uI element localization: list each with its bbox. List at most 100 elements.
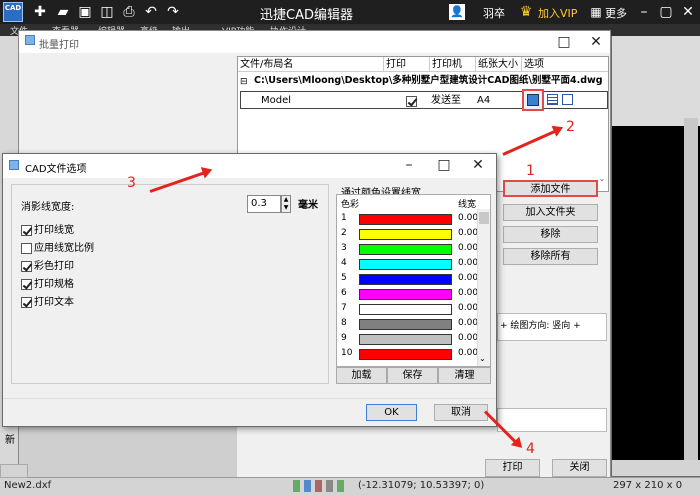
print-text-checkbox[interactable]: 打印文本: [21, 296, 74, 310]
checkbox-label: 应用线宽比例: [34, 243, 94, 254]
clear-button[interactable]: 清理: [438, 367, 491, 384]
checkbox-label: 打印线宽: [34, 225, 74, 236]
close-icon[interactable]: ✕: [587, 33, 605, 51]
color-swatch[interactable]: [359, 259, 452, 270]
color-swatch[interactable]: [359, 214, 452, 225]
color-print-checkbox[interactable]: 彩色打印: [21, 260, 74, 274]
polar-icon[interactable]: [326, 480, 333, 492]
command-tab[interactable]: [0, 464, 28, 478]
color-swatch[interactable]: [359, 229, 452, 240]
undo-icon[interactable]: ↶: [143, 4, 159, 20]
column-header-file[interactable]: 文件/布局名: [238, 57, 384, 72]
remove-button[interactable]: 移除: [503, 226, 598, 243]
add-folder-button[interactable]: 加入文件夹: [503, 204, 598, 221]
cad-options-dialog: CAD文件选项 – □ ✕ 消影线宽度: 0.3 ▲ ▼ 毫米 打印线宽 应用线宽…: [2, 153, 497, 427]
print-icon[interactable]: ⎙: [121, 4, 137, 20]
column-header-print[interactable]: 打印: [384, 57, 430, 72]
ok-button[interactable]: OK: [366, 404, 417, 421]
file-path-row[interactable]: C:\Users\Mloong\Desktop\多种别墅户型建筑设计CAD图纸\…: [254, 74, 608, 88]
print-lineweight-checkbox[interactable]: 打印线宽: [21, 224, 74, 238]
line-width-value[interactable]: 0.00: [458, 303, 478, 313]
color-list-scrollbar[interactable]: ⌄: [477, 209, 490, 366]
line-width-value[interactable]: 0.00: [458, 273, 478, 283]
vertical-scrollbar[interactable]: [684, 118, 698, 468]
tree-collapse-icon[interactable]: ⊟: [240, 75, 248, 89]
remove-all-button[interactable]: 移除所有: [503, 248, 598, 265]
dialog-icon: [9, 160, 19, 170]
paper-value[interactable]: A4: [477, 94, 490, 108]
color-swatch[interactable]: [359, 349, 452, 360]
checkbox-label: 打印文本: [34, 297, 74, 308]
close-icon[interactable]: ✕: [469, 156, 487, 174]
page-icon[interactable]: [562, 94, 573, 105]
open-folder-icon[interactable]: ▰: [55, 4, 71, 20]
column-header-printer[interactable]: 打印机: [430, 57, 476, 72]
redo-icon[interactable]: ↷: [165, 4, 181, 20]
osnap-icon[interactable]: [337, 480, 344, 492]
user-name[interactable]: 羽卒: [483, 5, 505, 21]
print-button[interactable]: 打印: [485, 459, 540, 477]
vip-crown-icon[interactable]: ♛: [518, 4, 534, 20]
join-vip-link[interactable]: 加入VIP: [538, 5, 577, 21]
horizontal-scrollbar[interactable]: [612, 460, 700, 476]
color-swatch[interactable]: [359, 334, 452, 345]
line-width-value[interactable]: 0.00: [458, 348, 478, 358]
settings-icon: [527, 94, 539, 106]
column-header-options[interactable]: 选项: [522, 57, 608, 72]
checkbox-checked[interactable]: [21, 224, 32, 236]
color-swatch[interactable]: [359, 244, 452, 255]
checkbox-checked[interactable]: [21, 296, 32, 308]
printer-value[interactable]: 发送至: [431, 94, 461, 108]
table-row[interactable]: Model 发送至 A4: [240, 89, 608, 111]
user-avatar-icon[interactable]: 👤: [449, 4, 465, 20]
line-width-value[interactable]: 0.00: [458, 228, 478, 238]
minimize-icon[interactable]: –: [636, 4, 652, 20]
restore-icon[interactable]: ▢: [658, 4, 674, 20]
app-logo: CAD: [3, 2, 23, 22]
line-width-value[interactable]: 0.00: [458, 258, 478, 268]
drawing-canvas-panel[interactable]: [612, 36, 700, 476]
print-checkbox[interactable]: [406, 94, 417, 107]
orientation-box[interactable]: + 绘图方向: 竖向 +: [497, 313, 607, 341]
properties-panel: [612, 36, 700, 126]
color-swatch[interactable]: [359, 274, 452, 285]
close-button[interactable]: 关闭: [552, 459, 607, 477]
add-file-button[interactable]: 添加文件: [503, 180, 598, 197]
save-button[interactable]: 保存: [387, 367, 438, 384]
apply-lineweight-scale-checkbox[interactable]: 应用线宽比例: [21, 242, 94, 256]
scroll-down-arrow-icon[interactable]: ⌄: [479, 354, 486, 363]
minimize-icon[interactable]: –: [400, 156, 418, 174]
save-as-icon[interactable]: ◫: [99, 4, 115, 20]
more-grid-icon[interactable]: ▦: [588, 4, 604, 20]
checkbox-checked[interactable]: [21, 278, 32, 290]
line-width-input[interactable]: 0.3: [247, 195, 281, 213]
ortho-icon[interactable]: [315, 480, 322, 492]
options-settings-button[interactable]: [522, 89, 544, 111]
line-width-value[interactable]: 0.00: [458, 318, 478, 328]
load-button[interactable]: 加载: [336, 367, 387, 384]
color-swatch[interactable]: [359, 289, 452, 300]
grid-icon[interactable]: [304, 480, 311, 492]
checkbox-checked[interactable]: [21, 260, 32, 272]
snap-icon[interactable]: [293, 480, 300, 492]
close-icon[interactable]: ✕: [680, 4, 696, 20]
line-width-value[interactable]: 0.00: [458, 243, 478, 253]
line-width-value[interactable]: 0.00: [458, 288, 478, 298]
checkbox-unchecked[interactable]: [21, 242, 32, 254]
maximize-icon[interactable]: □: [435, 156, 453, 174]
save-icon[interactable]: ▣: [77, 4, 93, 20]
line-width-value[interactable]: 0.00: [458, 333, 478, 343]
new-file-icon[interactable]: ✚: [32, 4, 48, 20]
maximize-icon[interactable]: □: [555, 33, 573, 51]
line-width-spinner[interactable]: ▲ ▼: [281, 195, 291, 213]
color-swatch[interactable]: [359, 319, 452, 330]
color-width-list[interactable]: 色彩 线宽 1 0.00 2 0.00 3 0.00 4 0.00 5 0.00 6 0.00 7 0.0…: [336, 194, 491, 367]
column-header-paper[interactable]: 纸张大小: [476, 57, 522, 72]
line-width-value[interactable]: 0.00: [458, 213, 478, 223]
color-swatch[interactable]: [359, 304, 452, 315]
list-icon[interactable]: [547, 94, 558, 105]
more-menu[interactable]: 更多: [605, 5, 627, 21]
print-spec-checkbox[interactable]: 打印规格: [21, 278, 74, 292]
scroll-thumb[interactable]: [479, 212, 489, 224]
cancel-button[interactable]: 取消: [434, 404, 488, 421]
